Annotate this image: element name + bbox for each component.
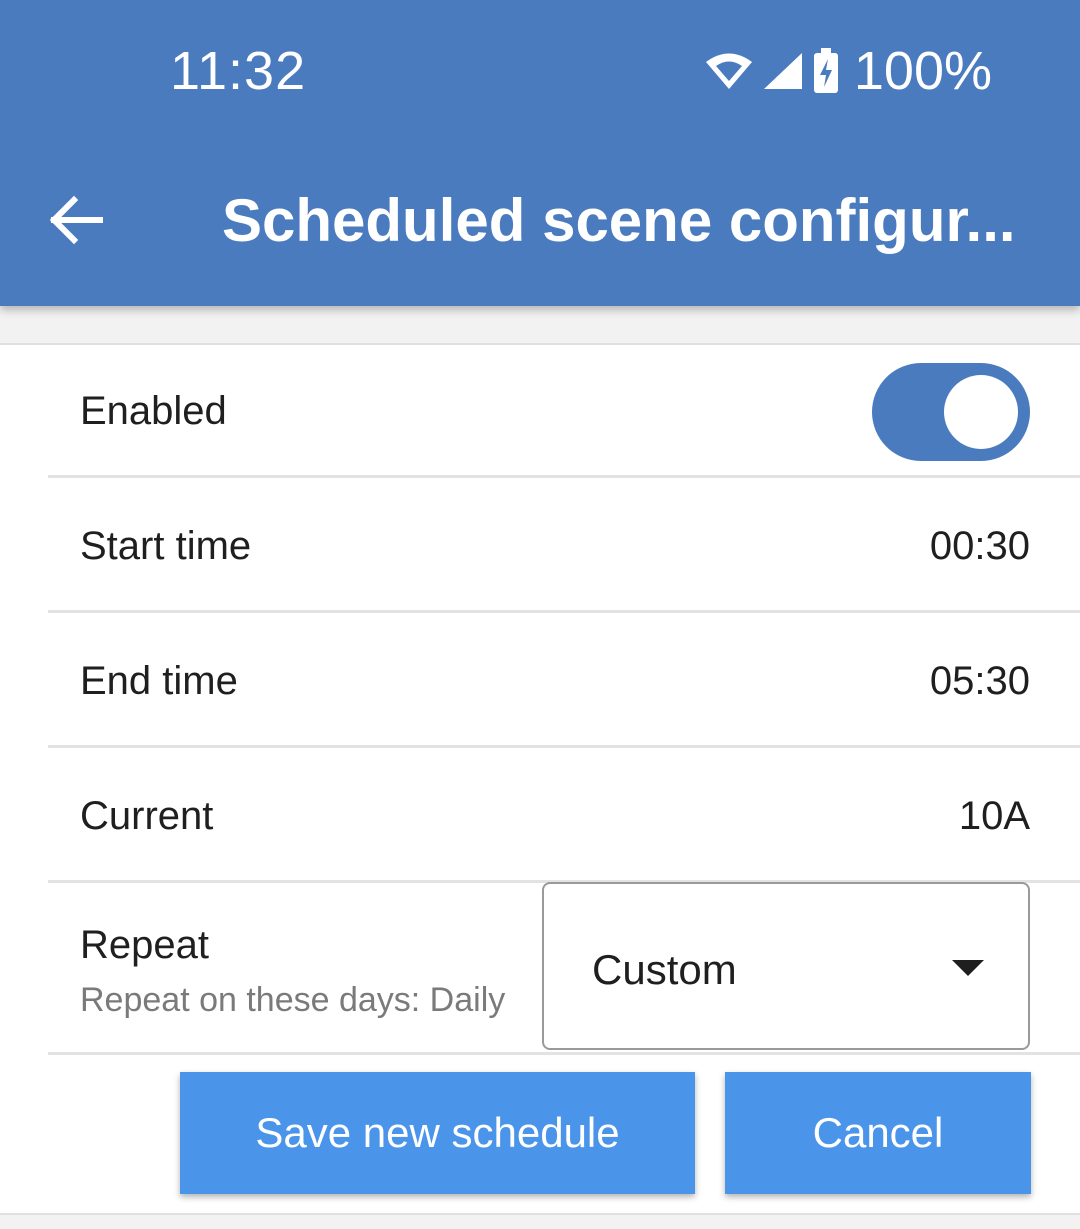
start-time-label: Start time (80, 524, 252, 568)
current-value: 10A (958, 794, 1030, 838)
end-time-row[interactable]: End time 05:30 (48, 613, 1080, 748)
enabled-row: Enabled (48, 345, 1080, 478)
status-time: 11:32 (170, 41, 307, 101)
battery-charging-icon (812, 48, 840, 94)
start-time-row[interactable]: Start time 00:30 (48, 478, 1080, 613)
end-time-label: End time (80, 659, 238, 703)
app-bar: 11:32 100% Scheduled scene configur... (0, 0, 1080, 306)
back-button[interactable] (36, 182, 116, 262)
signal-icon (762, 51, 804, 91)
battery-percentage: 100% (853, 41, 992, 101)
wifi-icon (704, 51, 754, 91)
status-icons: 100% (704, 40, 992, 102)
cancel-button-label: Cancel (812, 1109, 944, 1156)
enabled-label: Enabled (80, 389, 227, 433)
repeat-sublabel: Repeat on these days: Daily (80, 981, 506, 1019)
current-row[interactable]: Current 10A (48, 748, 1080, 883)
enabled-toggle[interactable] (872, 363, 1030, 461)
page-title: Scheduled scene configur... (222, 187, 1016, 254)
repeat-selected-value: Custom (592, 946, 737, 993)
start-time-value: 00:30 (929, 524, 1030, 568)
arrow-left-icon (48, 195, 104, 250)
current-label: Current (80, 794, 214, 838)
cancel-button[interactable]: Cancel (725, 1072, 1031, 1194)
toggle-knob (944, 375, 1018, 449)
end-time-value: 05:30 (929, 659, 1030, 703)
caret-down-icon (952, 960, 984, 976)
repeat-label: Repeat (80, 923, 209, 967)
save-button-label: Save new schedule (255, 1109, 620, 1156)
save-new-schedule-button[interactable]: Save new schedule (180, 1072, 695, 1194)
repeat-dropdown[interactable]: Custom (542, 882, 1030, 1050)
